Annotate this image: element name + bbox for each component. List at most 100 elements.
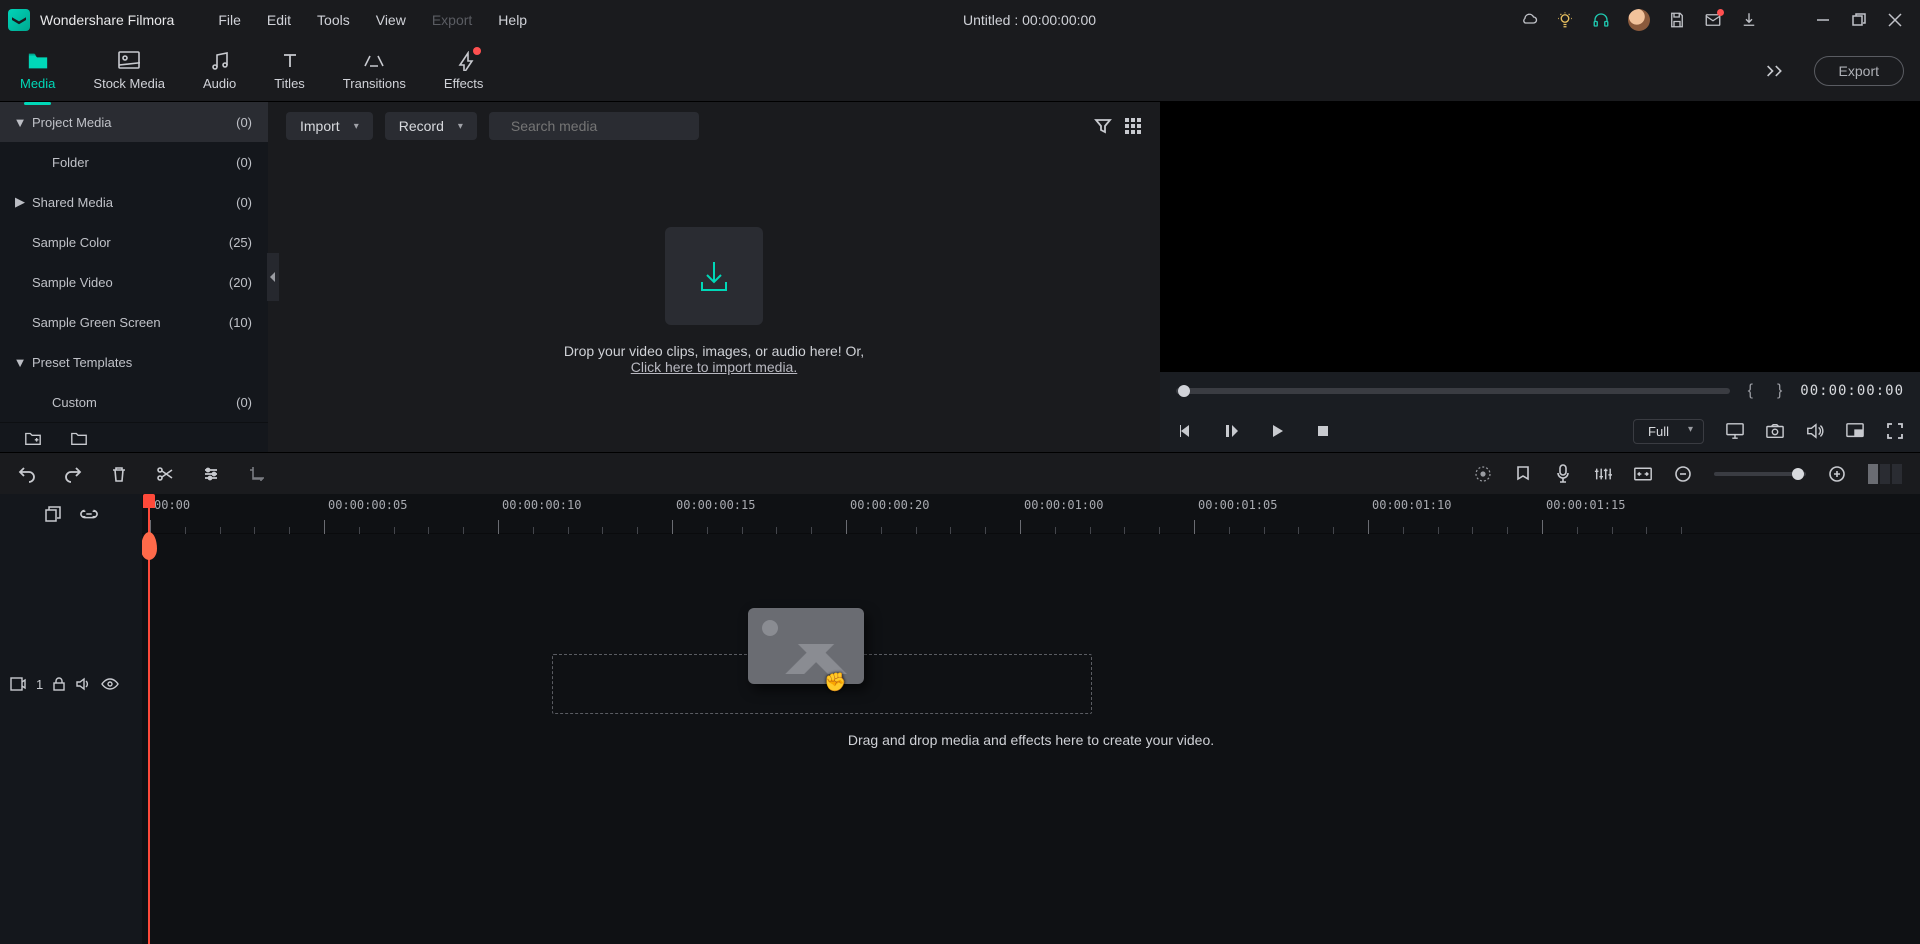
maximize-icon[interactable] — [1850, 11, 1868, 29]
user-avatar[interactable] — [1628, 9, 1650, 31]
export-button[interactable]: Export — [1814, 56, 1904, 86]
tab-effects[interactable]: Effects — [440, 44, 488, 97]
visibility-icon[interactable] — [101, 678, 119, 690]
video-track-icon — [10, 677, 26, 691]
transitions-icon — [363, 50, 385, 72]
tab-stock-media[interactable]: Stock Media — [89, 44, 169, 97]
menu-help[interactable]: Help — [486, 8, 539, 32]
collapse-sidebar-handle[interactable] — [267, 253, 279, 301]
delete-icon[interactable] — [110, 465, 128, 483]
grid-view-icon[interactable] — [1124, 117, 1142, 135]
duplicate-icon[interactable] — [44, 505, 62, 523]
sidebar-item[interactable]: Sample Video(20) — [0, 262, 268, 302]
zoom-thumb[interactable] — [1792, 468, 1804, 480]
zoom-in-icon[interactable] — [1828, 465, 1846, 483]
more-tabs-icon[interactable] — [1766, 62, 1784, 80]
timeline-body[interactable]: 00:0000:00:00:0500:00:00:1000:00:00:1500… — [142, 494, 1920, 944]
menu-view[interactable]: View — [364, 8, 418, 32]
menu-tools[interactable]: Tools — [305, 8, 362, 32]
mute-icon[interactable] — [75, 677, 91, 691]
sidebar-item[interactable]: Sample Color(25) — [0, 222, 268, 262]
media-sidebar: ▼Project Media(0)Folder(0)▶Shared Media(… — [0, 102, 268, 452]
menu-file[interactable]: File — [206, 8, 253, 32]
zoom-preset[interactable] — [1868, 464, 1902, 484]
pip-icon[interactable] — [1846, 422, 1864, 440]
close-icon[interactable] — [1886, 11, 1904, 29]
lock-icon[interactable] — [53, 677, 65, 691]
sidebar-item-count: (0) — [236, 115, 252, 130]
voiceover-icon[interactable] — [1554, 465, 1572, 483]
media-drop-area[interactable]: Drop your video clips, images, or audio … — [268, 150, 1160, 452]
render-icon[interactable] — [1474, 465, 1492, 483]
fit-icon[interactable] — [1634, 465, 1652, 483]
snapshot-icon[interactable] — [1766, 422, 1784, 440]
stop-icon[interactable] — [1314, 422, 1332, 440]
split-icon[interactable] — [156, 465, 174, 483]
display-icon[interactable] — [1726, 422, 1744, 440]
marker-icon[interactable] — [1514, 465, 1532, 483]
undo-icon[interactable] — [18, 465, 36, 483]
sidebar-footer — [0, 422, 268, 452]
sidebar-item[interactable]: ▶Shared Media(0) — [0, 182, 268, 222]
preview-timecode: 00:00:00:00 — [1800, 383, 1904, 399]
audio-mixer-icon[interactable] — [1594, 465, 1612, 483]
folder-icon — [27, 50, 49, 72]
tracks-area[interactable]: ✊ Drag and drop media and effects here t… — [142, 534, 1920, 944]
menu-edit[interactable]: Edit — [255, 8, 303, 32]
import-tile[interactable] — [665, 227, 763, 325]
play-pause-icon[interactable] — [1222, 422, 1240, 440]
tab-transitions[interactable]: Transitions — [339, 44, 410, 97]
prev-frame-icon[interactable] — [1176, 422, 1194, 440]
folder-icon[interactable] — [70, 429, 88, 447]
zoom-slider[interactable] — [1714, 472, 1806, 476]
new-folder-icon[interactable] — [24, 429, 42, 447]
mark-out-icon[interactable]: } — [1771, 382, 1788, 400]
chevron-icon: ▼ — [12, 355, 28, 370]
cloud-icon[interactable] — [1520, 11, 1538, 29]
redo-icon[interactable] — [64, 465, 82, 483]
import-dropdown[interactable]: Import▾ — [286, 112, 373, 140]
sidebar-item[interactable]: ▼Preset Templates — [0, 342, 268, 382]
drop-text: Drop your video clips, images, or audio … — [564, 343, 864, 375]
sidebar-item[interactable]: Sample Green Screen(10) — [0, 302, 268, 342]
lightbulb-icon[interactable] — [1556, 11, 1574, 29]
timeline-ruler[interactable]: 00:0000:00:00:0500:00:00:1000:00:00:1500… — [142, 494, 1920, 534]
search-wrap — [489, 112, 699, 140]
filter-icon[interactable] — [1094, 117, 1112, 135]
mark-in-icon[interactable]: { — [1742, 382, 1759, 400]
link-icon[interactable] — [80, 505, 98, 523]
headphones-icon[interactable] — [1592, 11, 1610, 29]
track-header-video1: 1 — [0, 654, 142, 714]
fullscreen-icon[interactable] — [1886, 422, 1904, 440]
record-label: Record — [399, 118, 444, 134]
tab-label: Titles — [274, 76, 305, 91]
menu-export: Export — [420, 8, 484, 32]
quality-dropdown[interactable]: Full — [1633, 419, 1704, 444]
scrubber-thumb[interactable] — [1178, 385, 1190, 397]
adjust-icon[interactable] — [202, 465, 220, 483]
import-link[interactable]: Click here to import media. — [631, 359, 798, 375]
sidebar-item[interactable]: Custom(0) — [0, 382, 268, 422]
volume-icon[interactable] — [1806, 422, 1824, 440]
app-logo-icon — [8, 9, 30, 31]
preview-scrubber[interactable] — [1176, 388, 1730, 394]
playhead[interactable] — [148, 494, 150, 944]
record-dropdown[interactable]: Record▾ — [385, 112, 477, 140]
tab-titles[interactable]: Titles — [270, 44, 309, 97]
app-name: Wondershare Filmora — [40, 12, 174, 28]
save-icon[interactable] — [1668, 11, 1686, 29]
download-icon[interactable] — [1740, 11, 1758, 29]
zoom-out-icon[interactable] — [1674, 465, 1692, 483]
track-header-column: 1 — [0, 494, 142, 944]
tab-audio[interactable]: Audio — [199, 44, 240, 97]
timeline-drop-hint: Drag and drop media and effects here to … — [848, 732, 1214, 748]
minimize-icon[interactable] — [1814, 11, 1832, 29]
search-input[interactable] — [511, 118, 692, 134]
message-icon[interactable] — [1704, 11, 1722, 29]
sidebar-item[interactable]: Folder(0) — [0, 142, 268, 182]
sidebar-item[interactable]: ▼Project Media(0) — [0, 102, 268, 142]
play-icon[interactable] — [1268, 422, 1286, 440]
sidebar-item-label: Folder — [32, 155, 236, 170]
crop-icon[interactable] — [248, 465, 266, 483]
tab-media[interactable]: Media — [16, 44, 59, 97]
